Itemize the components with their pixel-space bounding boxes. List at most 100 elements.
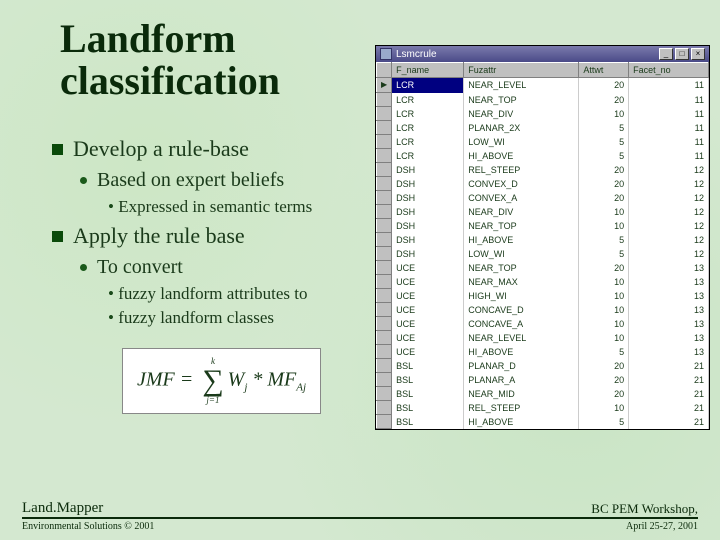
col-fname[interactable]: F_name bbox=[392, 63, 464, 78]
table-row[interactable]: DSHCONVEX_A2012 bbox=[377, 191, 709, 205]
table-row[interactable]: BSLREL_STEEP1021 bbox=[377, 401, 709, 415]
cell-attwt: 10 bbox=[579, 289, 629, 303]
cell-fuzattr: NEAR_DIV bbox=[464, 107, 579, 121]
cell-attwt: 20 bbox=[579, 261, 629, 275]
cell-facetno: 11 bbox=[629, 107, 709, 121]
row-marker bbox=[377, 247, 392, 261]
table-row[interactable]: DSHLOW_WI512 bbox=[377, 247, 709, 261]
table-row[interactable]: UCENEAR_TOP2013 bbox=[377, 261, 709, 275]
cell-fname: DSH bbox=[392, 219, 464, 233]
cell-fname: LCR bbox=[392, 121, 464, 135]
cell-attwt: 20 bbox=[579, 387, 629, 401]
cell-facetno: 13 bbox=[629, 303, 709, 317]
cell-fuzattr: PLANAR_D bbox=[464, 359, 579, 373]
table-row[interactable]: UCECONCAVE_A1013 bbox=[377, 317, 709, 331]
col-marker[interactable] bbox=[377, 63, 392, 78]
row-marker bbox=[377, 261, 392, 275]
table-row[interactable]: ▶LCRNEAR_LEVEL2011 bbox=[377, 78, 709, 93]
row-marker: ▶ bbox=[377, 78, 392, 93]
footer-date: April 25-27, 2001 bbox=[626, 521, 698, 532]
cell-fname: UCE bbox=[392, 261, 464, 275]
table-row[interactable]: BSLNEAR_MID2021 bbox=[377, 387, 709, 401]
cell-facetno: 13 bbox=[629, 261, 709, 275]
row-marker bbox=[377, 317, 392, 331]
cell-facetno: 12 bbox=[629, 163, 709, 177]
cell-attwt: 20 bbox=[579, 78, 629, 93]
cell-fname: BSL bbox=[392, 387, 464, 401]
data-window[interactable]: Lsmcrule _ □ × F_name Fuzattr Attwt Face… bbox=[375, 45, 710, 430]
col-facetno[interactable]: Facet_no bbox=[629, 63, 709, 78]
table-row[interactable]: UCENEAR_LEVEL1013 bbox=[377, 331, 709, 345]
cell-facetno: 13 bbox=[629, 317, 709, 331]
cell-attwt: 10 bbox=[579, 275, 629, 289]
row-marker bbox=[377, 205, 392, 219]
footer-event: BC PEM Workshop, bbox=[591, 501, 698, 516]
table-row[interactable]: LCRHI_ABOVE511 bbox=[377, 149, 709, 163]
cell-attwt: 10 bbox=[579, 317, 629, 331]
table-row[interactable]: BSLPLANAR_D2021 bbox=[377, 359, 709, 373]
row-marker bbox=[377, 191, 392, 205]
table-row[interactable]: BSLPLANAR_A2021 bbox=[377, 373, 709, 387]
rule-table[interactable]: F_name Fuzattr Attwt Facet_no ▶LCRNEAR_L… bbox=[376, 62, 709, 429]
cell-facetno: 12 bbox=[629, 219, 709, 233]
cell-attwt: 5 bbox=[579, 121, 629, 135]
cell-fuzattr: NEAR_DIV bbox=[464, 205, 579, 219]
table-row[interactable]: DSHREL_STEEP2012 bbox=[377, 163, 709, 177]
maximize-button[interactable]: □ bbox=[675, 48, 689, 60]
footer-copyright: Environmental Solutions © 2001 bbox=[22, 521, 154, 532]
row-marker bbox=[377, 373, 392, 387]
cell-fuzattr: PLANAR_A bbox=[464, 373, 579, 387]
window-titlebar[interactable]: Lsmcrule _ □ × bbox=[376, 46, 709, 62]
cell-attwt: 5 bbox=[579, 247, 629, 261]
table-row[interactable]: LCRNEAR_DIV1011 bbox=[377, 107, 709, 121]
cell-fname: DSH bbox=[392, 191, 464, 205]
table-row[interactable]: UCECONCAVE_D1013 bbox=[377, 303, 709, 317]
cell-attwt: 20 bbox=[579, 177, 629, 191]
close-button[interactable]: × bbox=[691, 48, 705, 60]
cell-fname: LCR bbox=[392, 149, 464, 163]
cell-facetno: 21 bbox=[629, 387, 709, 401]
cell-facetno: 11 bbox=[629, 78, 709, 93]
cell-attwt: 10 bbox=[579, 303, 629, 317]
row-marker bbox=[377, 135, 392, 149]
cell-fuzattr: CONVEX_A bbox=[464, 191, 579, 205]
cell-fuzattr: CONCAVE_D bbox=[464, 303, 579, 317]
cell-fname: DSH bbox=[392, 163, 464, 177]
cell-attwt: 10 bbox=[579, 401, 629, 415]
table-row[interactable]: DSHNEAR_TOP1012 bbox=[377, 219, 709, 233]
table-row[interactable]: LCRPLANAR_2X511 bbox=[377, 121, 709, 135]
row-marker bbox=[377, 177, 392, 191]
cell-fuzattr: NEAR_MID bbox=[464, 387, 579, 401]
footer-brand: Land.Mapper bbox=[22, 500, 103, 517]
col-attwt[interactable]: Attwt bbox=[579, 63, 629, 78]
table-row[interactable]: LCRNEAR_TOP2011 bbox=[377, 93, 709, 107]
table-row[interactable]: DSHNEAR_DIV1012 bbox=[377, 205, 709, 219]
cell-fname: BSL bbox=[392, 359, 464, 373]
cell-fname: LCR bbox=[392, 107, 464, 121]
cell-facetno: 12 bbox=[629, 177, 709, 191]
cell-fuzattr: REL_STEEP bbox=[464, 163, 579, 177]
title-line-1: Landform bbox=[60, 16, 236, 61]
cell-facetno: 21 bbox=[629, 359, 709, 373]
cell-attwt: 10 bbox=[579, 219, 629, 233]
cell-fname: BSL bbox=[392, 415, 464, 429]
table-row[interactable]: UCEHIGH_WI1013 bbox=[377, 289, 709, 303]
cell-facetno: 12 bbox=[629, 205, 709, 219]
row-marker bbox=[377, 345, 392, 359]
row-marker bbox=[377, 387, 392, 401]
minimize-button[interactable]: _ bbox=[659, 48, 673, 60]
cell-fname: DSH bbox=[392, 177, 464, 191]
cell-fuzattr: HI_ABOVE bbox=[464, 149, 579, 163]
cell-fname: UCE bbox=[392, 317, 464, 331]
col-fuzattr[interactable]: Fuzattr bbox=[464, 63, 579, 78]
table-row[interactable]: BSLHI_ABOVE521 bbox=[377, 415, 709, 429]
table-row[interactable]: UCENEAR_MAX1013 bbox=[377, 275, 709, 289]
cell-facetno: 21 bbox=[629, 401, 709, 415]
cell-facetno: 13 bbox=[629, 275, 709, 289]
cell-facetno: 11 bbox=[629, 149, 709, 163]
cell-attwt: 5 bbox=[579, 415, 629, 429]
table-row[interactable]: UCEHI_ABOVE513 bbox=[377, 345, 709, 359]
table-row[interactable]: DSHHI_ABOVE512 bbox=[377, 233, 709, 247]
table-row[interactable]: LCRLOW_WI511 bbox=[377, 135, 709, 149]
table-row[interactable]: DSHCONVEX_D2012 bbox=[377, 177, 709, 191]
